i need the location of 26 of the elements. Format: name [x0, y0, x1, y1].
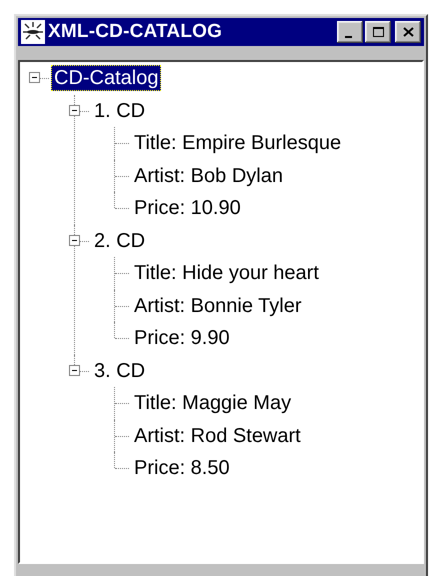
- tree-item[interactable]: Title: Maggie May: [131, 390, 294, 416]
- tree-item[interactable]: 3. CD: [91, 358, 148, 384]
- close-button[interactable]: [395, 21, 421, 43]
- tree-item[interactable]: CD-Catalog: [51, 65, 162, 92]
- tree-item[interactable]: 1. CD: [91, 98, 148, 124]
- maximize-icon: [372, 26, 384, 38]
- minimize-button[interactable]: [337, 21, 363, 43]
- tree-item[interactable]: Artist: Bonnie Tyler: [131, 292, 304, 319]
- minus-icon: [32, 77, 37, 78]
- collapse-toggle[interactable]: [29, 72, 40, 83]
- tree-item[interactable]: Title: Empire Burlesque: [131, 130, 344, 156]
- window-title: XML-CD-CATALOG: [48, 21, 224, 43]
- tree-item[interactable]: Price: 9.90: [131, 325, 233, 352]
- collapse-toggle[interactable]: [69, 364, 80, 376]
- minimize-icon: [345, 36, 352, 38]
- tree-item[interactable]: Artist: Rod Stewart: [131, 422, 304, 449]
- tree-item[interactable]: Price: 8.50: [131, 455, 233, 482]
- tree-item[interactable]: Price: 10.90: [131, 195, 244, 222]
- collapse-toggle[interactable]: [69, 104, 80, 116]
- tree-item[interactable]: Title: Hide your heart: [131, 260, 322, 286]
- maximize-button[interactable]: [365, 21, 391, 43]
- app-icon: [21, 20, 45, 44]
- close-icon: [402, 26, 414, 38]
- tree-item[interactable]: 2. CD: [91, 228, 148, 254]
- tree-item[interactable]: Artist: Bob Dylan: [131, 162, 286, 189]
- collapse-toggle[interactable]: [69, 234, 80, 246]
